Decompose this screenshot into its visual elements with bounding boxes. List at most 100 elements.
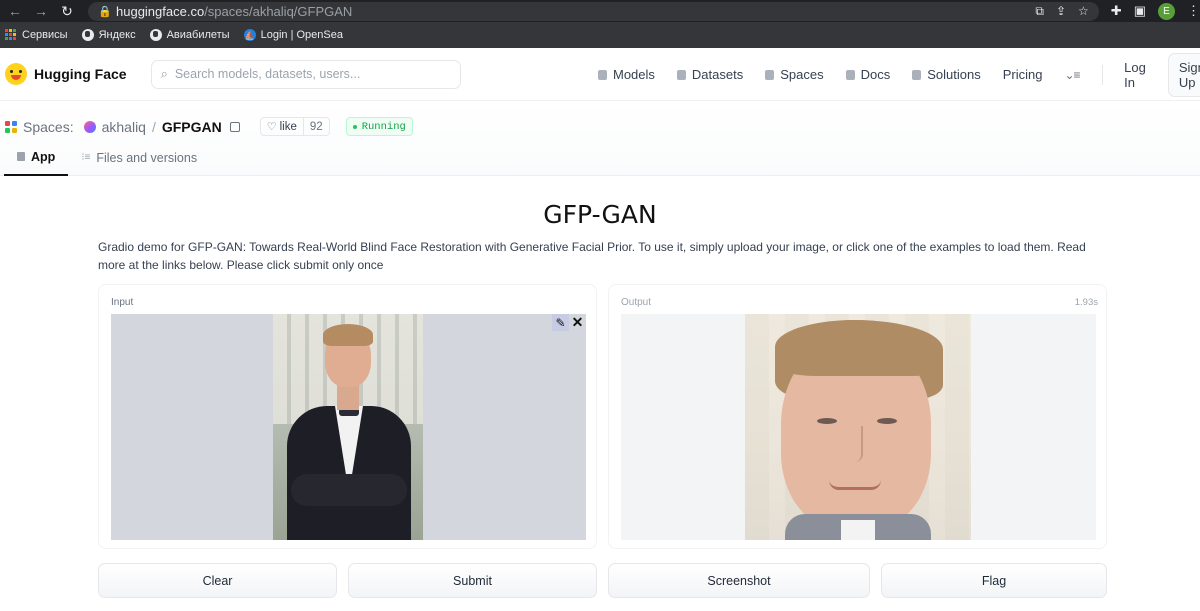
- bookmark-opensea[interactable]: ⛵ Login | OpenSea: [243, 29, 343, 41]
- nav-spaces[interactable]: Spaces: [765, 67, 824, 82]
- opensea-icon: ⛵: [243, 29, 256, 41]
- tab-app[interactable]: App: [4, 139, 69, 176]
- status-label: Running: [361, 120, 406, 133]
- signup-button[interactable]: Sign Up: [1167, 52, 1200, 97]
- url-path: /spaces/akhaliq/GFPGAN: [204, 3, 353, 19]
- star-icon[interactable]: ☆: [1078, 4, 1089, 19]
- main-nav: Models Datasets Spaces Docs Solutions Pr…: [598, 48, 1200, 101]
- nav-datasets[interactable]: Datasets: [676, 67, 744, 82]
- nav-solutions[interactable]: Solutions: [912, 67, 981, 82]
- lock-icon: 🔒: [98, 5, 112, 18]
- bookmark-services[interactable]: Сервисы: [5, 29, 68, 41]
- nav-pricing[interactable]: Pricing: [1003, 67, 1043, 82]
- extensions-icon[interactable]: ✚: [1111, 3, 1122, 19]
- more-menu-icon[interactable]: ⌄≡: [1064, 68, 1080, 82]
- reload-icon[interactable]: ↻: [56, 1, 78, 21]
- bookmark-yandex[interactable]: Яндекс: [81, 29, 136, 41]
- cube-icon: [598, 69, 607, 80]
- browser-toolbar: ← → ↻ 🔒 huggingface.co /spaces/akhaliq/G…: [0, 0, 1200, 22]
- globe-icon: [149, 29, 162, 41]
- submit-button[interactable]: Submit: [348, 563, 597, 598]
- heart-icon: ♡: [266, 121, 277, 133]
- translate-icon[interactable]: ⧉: [1035, 4, 1044, 19]
- nav-divider: [1101, 64, 1103, 85]
- logo-text: Hugging Face: [34, 66, 127, 82]
- search-box[interactable]: ⌕: [150, 59, 461, 89]
- output-photo: [745, 314, 971, 540]
- clear-button[interactable]: Clear: [98, 563, 337, 598]
- output-label: Output: [621, 297, 652, 308]
- screenshot-button[interactable]: Screenshot: [608, 563, 870, 598]
- bookmark-aviabilety[interactable]: Авиабилеты: [149, 29, 230, 41]
- forward-arrow-icon[interactable]: →: [30, 1, 52, 21]
- spaces-label[interactable]: Spaces:: [23, 119, 74, 135]
- spaces-icon: [5, 120, 17, 133]
- briefcase-icon: [912, 69, 922, 80]
- grid-icon: [765, 69, 775, 80]
- input-photo: [273, 314, 423, 540]
- flag-button[interactable]: Flag: [881, 563, 1107, 598]
- search-icon: ⌕: [160, 66, 168, 81]
- database-icon: [676, 69, 686, 80]
- nav-label: Pricing: [1002, 67, 1043, 82]
- like-label: like: [279, 120, 297, 133]
- bookmark-label: Сервисы: [22, 29, 68, 41]
- status-badge: Running: [345, 117, 413, 136]
- path-separator: /: [151, 118, 156, 135]
- tab-files[interactable]: ⁝≡ Files and versions: [68, 139, 210, 176]
- bookmark-label: Яндекс: [98, 29, 136, 41]
- signup-label: Sign Up: [1178, 59, 1200, 90]
- tab-label: Files and versions: [96, 150, 198, 165]
- share-icon[interactable]: ⇪: [1056, 4, 1066, 19]
- close-icon[interactable]: ✕: [569, 314, 586, 331]
- output-image-area: [621, 314, 1096, 540]
- nav-models[interactable]: Models: [598, 67, 655, 82]
- login-link[interactable]: Log In: [1124, 60, 1146, 90]
- output-timing: 1.93s: [1074, 297, 1098, 308]
- owner-link[interactable]: akhaliq: [102, 119, 146, 135]
- input-image-area[interactable]: ✎ ✕: [111, 314, 586, 540]
- apps-grid-icon: [5, 29, 17, 41]
- cube-icon: [17, 152, 25, 161]
- like-button[interactable]: ♡ like 92: [259, 117, 330, 136]
- nav-label: Models: [613, 67, 655, 82]
- document-icon: [845, 69, 855, 80]
- app-description: Gradio demo for GFP-GAN: Towards Real-Wo…: [98, 240, 1086, 272]
- bookmark-label: Login | OpenSea: [260, 29, 343, 41]
- nav-label: Solutions: [927, 67, 981, 82]
- hugging-face-emoji-icon: [5, 63, 27, 85]
- login-label: Log In: [1124, 59, 1146, 90]
- site-header: Hugging Face ⌕ Models Datasets Spaces Do…: [0, 48, 1200, 101]
- space-title: Spaces: akhaliq / GFPGAN ♡ like 92 Runnin…: [5, 117, 413, 136]
- nav-label: Docs: [860, 67, 891, 82]
- space-header: Spaces: akhaliq / GFPGAN ♡ like 92 Runnin…: [0, 101, 1200, 176]
- back-arrow-icon[interactable]: ←: [4, 1, 26, 21]
- input-label: Input: [111, 297, 134, 308]
- status-dot-icon: [352, 124, 357, 129]
- profile-avatar[interactable]: E: [1158, 2, 1175, 20]
- bookmark-label: Авиабилеты: [166, 29, 230, 41]
- like-count: 92: [309, 120, 323, 133]
- globe-icon: [81, 29, 94, 41]
- tab-label: App: [31, 149, 56, 164]
- repo-name[interactable]: GFPGAN: [162, 119, 222, 135]
- nav-label: Datasets: [691, 67, 744, 82]
- input-panel: Input ✎ ✕: [98, 284, 597, 549]
- address-bar[interactable]: 🔒 huggingface.co /spaces/akhaliq/GFPGAN …: [88, 1, 1099, 21]
- bookmarks-bar: Сервисы Яндекс Авиабилеты ⛵ Login | Open…: [0, 22, 1200, 48]
- app-title: GFP-GAN: [543, 200, 657, 229]
- sidebar-icon[interactable]: ▣: [1134, 3, 1146, 19]
- space-tabs: App ⁝≡ Files and versions: [4, 139, 210, 176]
- image-tools: ✎ ✕: [552, 314, 586, 331]
- owner-avatar: [83, 120, 96, 133]
- search-input[interactable]: [174, 67, 435, 81]
- files-icon: ⁝≡: [81, 152, 91, 163]
- nav-label: Spaces: [780, 67, 824, 82]
- hf-logo[interactable]: Hugging Face: [5, 63, 127, 85]
- nav-docs[interactable]: Docs: [845, 67, 891, 82]
- url-host: huggingface.co: [116, 3, 205, 19]
- menu-kebab-icon[interactable]: ⋮: [1187, 3, 1200, 19]
- copy-icon[interactable]: [229, 121, 240, 132]
- output-panel: Output 1.93s: [608, 284, 1107, 549]
- pencil-icon[interactable]: ✎: [552, 314, 569, 331]
